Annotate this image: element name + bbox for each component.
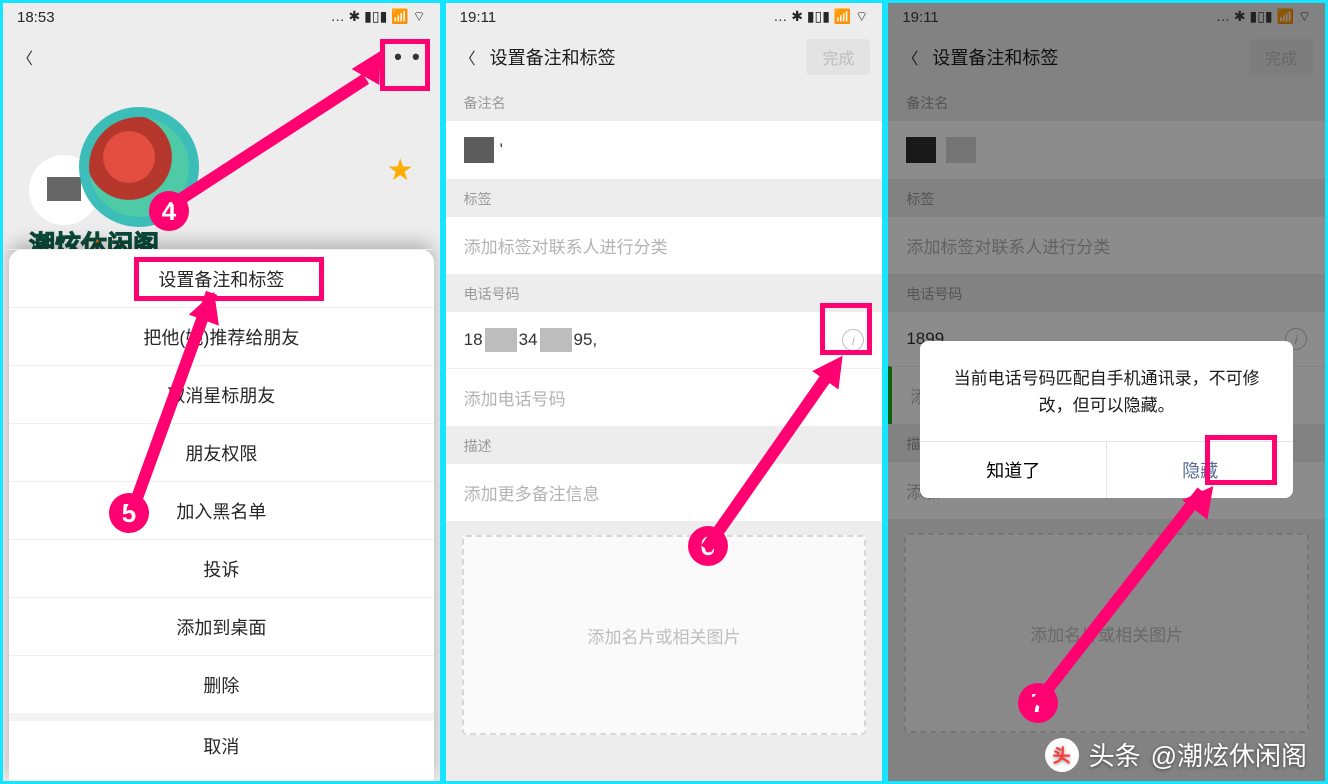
toutiao-icon: 头 xyxy=(1045,738,1079,772)
status-time: 19:11 xyxy=(460,9,496,26)
screenshot-3: 19:11 … ✱ ▮▯▮ 📶 ⌔ 〈 设置备注和标签 完成 备注名 标签 添加… xyxy=(888,3,1325,781)
sheet-item-blacklist[interactable]: 加入黑名单 xyxy=(9,481,434,539)
tag-input[interactable]: 添加标签对联系人进行分类 xyxy=(446,217,883,274)
remark-name-value-mask xyxy=(464,137,494,163)
remark-name-input[interactable]: ' xyxy=(446,121,883,179)
phone-value-row[interactable]: 18 34 95, i xyxy=(446,312,883,368)
star-icon: ★ xyxy=(387,153,414,188)
back-icon[interactable]: 〈 xyxy=(15,47,35,67)
section-label-desc: 描述 xyxy=(446,426,883,464)
done-button[interactable]: 完成 xyxy=(806,39,870,75)
status-icons: … ✱ ▮▯▮ 📶 ⌔ xyxy=(331,8,426,26)
add-card-area[interactable]: 添加名片或相关图片 xyxy=(462,535,867,735)
section-label-name: 备注名 xyxy=(446,83,883,121)
alert-dialog: 当前电话号码匹配自手机通讯录，不可修改，但可以隐藏。 知道了 隐藏 xyxy=(920,341,1293,498)
title-bar: 〈 设置备注和标签 完成 xyxy=(446,31,883,83)
status-time: 18:53 xyxy=(17,9,55,26)
phone-seg2: 34 xyxy=(519,330,538,350)
action-sheet: 设置备注和标签 把他(她)推荐给朋友 取消星标朋友 朋友权限 加入黑名单 投诉 … xyxy=(9,249,434,781)
toutiao-text: @潮炫休闲阁 xyxy=(1151,736,1307,773)
info-icon[interactable]: i xyxy=(842,329,864,351)
section-label-tag: 标签 xyxy=(446,179,883,217)
dialog-buttons: 知道了 隐藏 xyxy=(920,441,1293,498)
phone-seg1: 18 xyxy=(464,330,483,350)
page-title: 设置备注和标签 xyxy=(490,44,616,70)
add-card-label: 添加名片或相关图片 xyxy=(588,623,741,648)
add-phone-placeholder: 添加电话号码 xyxy=(464,385,566,410)
toutiao-prefix: 头条 xyxy=(1089,736,1141,773)
status-icons: … ✱ ▮▯▮ 📶 ⌔ xyxy=(773,8,868,26)
desc-input[interactable]: 添加更多备注信息 xyxy=(446,464,883,521)
back-icon[interactable]: 〈 xyxy=(458,47,478,67)
sheet-item-permission[interactable]: 朋友权限 xyxy=(9,423,434,481)
phone-seg3: 95, xyxy=(574,330,598,350)
status-bar: 18:53 … ✱ ▮▯▮ 📶 ⌔ xyxy=(3,3,440,31)
phone-mask xyxy=(485,328,517,352)
tag-placeholder: 添加标签对联系人进行分类 xyxy=(464,233,668,258)
section-label-phone: 电话号码 xyxy=(446,274,883,312)
screenshot-1: 18:53 … ✱ ▮▯▮ 📶 ⌔ 〈 • • • 潮炫休闲阁 ★ 设置备注和标… xyxy=(3,3,440,781)
dialog-message: 当前电话号码匹配自手机通讯录，不可修改，但可以隐藏。 xyxy=(920,341,1293,441)
screenshot-2: 19:11 … ✱ ▮▯▮ 📶 ⌔ 〈 设置备注和标签 完成 备注名 ' 标签 … xyxy=(446,3,883,781)
sheet-item-delete[interactable]: 删除 xyxy=(9,655,434,713)
sheet-item-report[interactable]: 投诉 xyxy=(9,539,434,597)
dialog-ok-button[interactable]: 知道了 xyxy=(920,442,1106,498)
desc-placeholder: 添加更多备注信息 xyxy=(464,480,600,505)
toutiao-watermark: 头 头条 @潮炫休闲阁 xyxy=(1045,736,1307,773)
sheet-cancel[interactable]: 取消 xyxy=(9,713,434,771)
sheet-item-add-desktop[interactable]: 添加到桌面 xyxy=(9,597,434,655)
phone-mask xyxy=(540,328,572,352)
status-bar: 19:11 … ✱ ▮▯▮ 📶 ⌔ xyxy=(446,3,883,31)
sheet-item-unstar[interactable]: 取消星标朋友 xyxy=(9,365,434,423)
